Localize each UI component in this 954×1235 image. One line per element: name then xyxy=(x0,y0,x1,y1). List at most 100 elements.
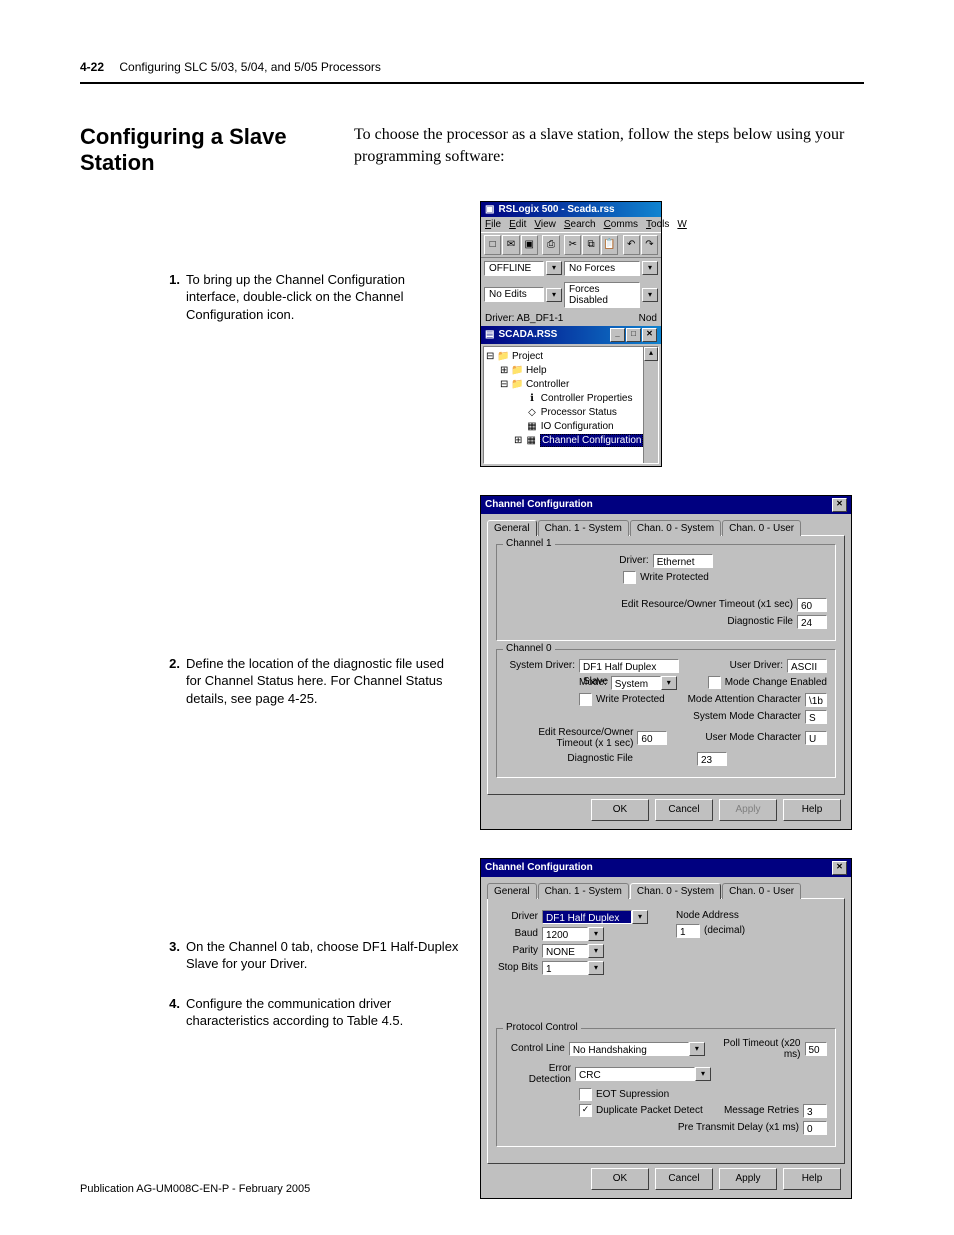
ch0-modechg-check[interactable] xyxy=(708,676,721,689)
d2-cl-label: Control Line xyxy=(505,1043,565,1054)
props-icon: ℹ xyxy=(526,392,538,406)
d2-pretx-field[interactable]: 0 xyxy=(803,1121,827,1135)
cancel-button[interactable]: Cancel xyxy=(655,799,713,821)
ok-button[interactable]: OK xyxy=(591,799,649,821)
print-icon[interactable]: ⎙ xyxy=(542,235,559,255)
tab-chan1-system[interactable]: Chan. 1 - System xyxy=(538,883,629,899)
tree-channel-config[interactable]: Channel Configuration xyxy=(540,434,644,447)
menu-window[interactable]: W xyxy=(677,219,686,230)
ch0-usermodechar-field[interactable]: U xyxy=(805,731,827,745)
tab-chan0-user[interactable]: Chan. 0 - User xyxy=(722,520,801,536)
d2-parity-field[interactable]: NONE xyxy=(542,944,588,958)
ch1-writeprot-check[interactable] xyxy=(623,571,636,584)
d2-parity-label: Parity xyxy=(496,945,538,956)
scroll-up-icon[interactable]: ▴ xyxy=(644,347,658,361)
close-icon[interactable]: ✕ xyxy=(832,498,847,512)
status-dd3[interactable]: ▾ xyxy=(546,288,562,302)
ch0-sysmodechar-label: System Mode Character xyxy=(693,711,801,722)
ch1-timeout-field[interactable]: 60 xyxy=(797,598,827,612)
chevron-down-icon[interactable]: ▾ xyxy=(588,961,604,975)
tab-chan0-user[interactable]: Chan. 0 - User xyxy=(722,883,801,899)
menu-search[interactable]: Search xyxy=(564,219,596,230)
d2-stopbits-label: Stop Bits xyxy=(496,962,538,973)
menu-comms[interactable]: Comms xyxy=(604,219,638,230)
ch0-sysmodechar-field[interactable]: S xyxy=(805,710,827,724)
apply-button[interactable]: Apply xyxy=(719,1168,777,1190)
status-dd1[interactable]: ▾ xyxy=(546,261,562,275)
d2-retries-field[interactable]: 3 xyxy=(803,1104,827,1118)
tab-chan1-system[interactable]: Chan. 1 - System xyxy=(538,520,629,536)
d2-stopbits-field[interactable]: 1 xyxy=(542,961,588,975)
redo-icon[interactable]: ↷ xyxy=(641,235,658,255)
section-title: Configuring a Slave Station xyxy=(80,124,330,177)
step-1-num: 1. xyxy=(160,271,180,324)
save-icon[interactable]: ▣ xyxy=(521,235,538,255)
doc-icon: ▤ xyxy=(485,329,494,340)
status-offline: OFFLINE xyxy=(484,261,544,276)
menu-view[interactable]: View xyxy=(534,219,556,230)
ok-button[interactable]: OK xyxy=(591,1168,649,1190)
status-dd4[interactable]: ▾ xyxy=(642,288,658,302)
maximize-icon[interactable]: □ xyxy=(626,328,641,342)
d2-dup-check[interactable]: ✓ xyxy=(579,1104,592,1117)
status-dd2[interactable]: ▾ xyxy=(642,261,658,275)
ch0-timeout-field[interactable]: 60 xyxy=(637,731,667,745)
status-noforces: No Forces xyxy=(564,261,640,276)
ch0-modeattn-field[interactable]: \1b xyxy=(805,693,827,707)
group-protocol: Protocol Control xyxy=(503,1022,581,1033)
paste-icon[interactable]: 📋 xyxy=(601,235,618,255)
minimize-icon[interactable]: _ xyxy=(610,328,625,342)
d2-eot-check[interactable] xyxy=(579,1088,592,1101)
d2-cl-field[interactable]: No Handshaking xyxy=(569,1042,689,1056)
ch0-writeprot-check[interactable] xyxy=(579,693,592,706)
menu-file[interactable]: File xyxy=(485,219,501,230)
help-button[interactable]: Help xyxy=(783,1168,841,1190)
tab-chan0-system[interactable]: Chan. 0 - System xyxy=(630,520,721,536)
tree-controller[interactable]: Controller xyxy=(526,379,569,390)
undo-icon[interactable]: ↶ xyxy=(623,235,640,255)
app-icon: ▣ xyxy=(485,204,494,215)
step-1-text: To bring up the Channel Configuration in… xyxy=(186,271,460,324)
d2-ed-label: Error Detection xyxy=(505,1063,571,1085)
d2-driver-field[interactable]: DF1 Half Duplex Slave xyxy=(542,910,632,924)
d2-ed-field[interactable]: CRC xyxy=(575,1067,695,1081)
close-icon[interactable]: ✕ xyxy=(642,328,657,342)
tab-general[interactable]: General xyxy=(487,520,537,536)
new-icon[interactable]: □ xyxy=(484,235,501,255)
tree-processor-status[interactable]: Processor Status xyxy=(541,407,617,418)
chevron-down-icon[interactable]: ▾ xyxy=(661,676,677,690)
apply-button[interactable]: Apply xyxy=(719,799,777,821)
menu-tools[interactable]: Tools xyxy=(646,219,669,230)
rslogix-window: ▣RSLogix 500 - Scada.rss File Edit View … xyxy=(480,201,662,467)
tree-controller-props[interactable]: Controller Properties xyxy=(541,393,633,404)
tree-project[interactable]: Project xyxy=(512,351,543,362)
chevron-down-icon[interactable]: ▾ xyxy=(588,944,604,958)
tree-io-config[interactable]: IO Configuration xyxy=(541,421,614,432)
chevron-down-icon[interactable]: ▾ xyxy=(632,910,648,924)
cancel-button[interactable]: Cancel xyxy=(655,1168,713,1190)
close-icon[interactable]: ✕ xyxy=(832,861,847,875)
d2-nodeaddr-field[interactable]: 1 xyxy=(676,924,700,938)
ch0-writeprot-label: Write Protected xyxy=(596,694,665,705)
d2-baud-field[interactable]: 1200 xyxy=(542,927,588,941)
chevron-down-icon[interactable]: ▾ xyxy=(695,1067,711,1081)
ch0-mode-field[interactable]: System xyxy=(611,676,661,690)
chevron-down-icon[interactable]: ▾ xyxy=(588,927,604,941)
group-channel1: Channel 1 xyxy=(503,538,555,549)
menu-edit[interactable]: Edit xyxy=(509,219,526,230)
ch0-diag-field[interactable]: 23 xyxy=(697,752,727,766)
chevron-down-icon[interactable]: ▾ xyxy=(689,1042,705,1056)
status-icon: ◇ xyxy=(526,406,538,420)
help-button[interactable]: Help xyxy=(783,799,841,821)
ch1-timeout-label: Edit Resource/Owner Timeout (x1 sec) xyxy=(505,599,793,610)
d2-retries-label: Message Retries xyxy=(724,1105,799,1116)
tab-general[interactable]: General xyxy=(487,883,537,899)
copy-icon[interactable]: ⧉ xyxy=(582,235,599,255)
d2-poll-field[interactable]: 50 xyxy=(805,1042,828,1056)
ch0-timeout-label: Edit Resource/Owner Timeout (x 1 sec) xyxy=(505,727,633,749)
cut-icon[interactable]: ✂ xyxy=(564,235,581,255)
tab-chan0-system[interactable]: Chan. 0 - System xyxy=(630,883,721,899)
ch1-diag-field[interactable]: 24 xyxy=(797,615,827,629)
open-icon[interactable]: ✉ xyxy=(502,235,519,255)
tree-help[interactable]: Help xyxy=(526,365,547,376)
